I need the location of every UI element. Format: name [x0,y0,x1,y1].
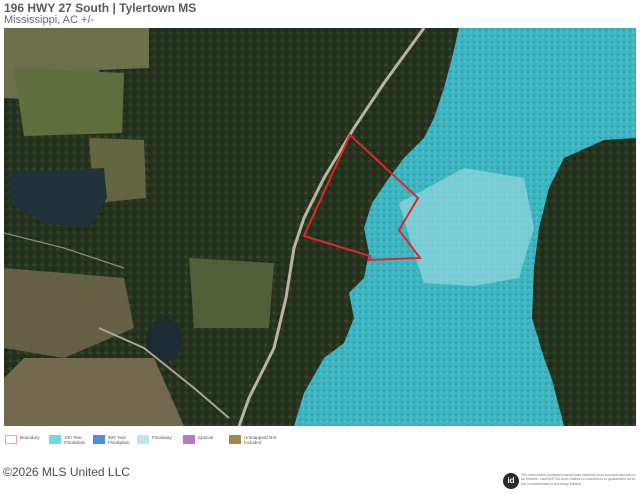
legend-swatch-special [183,435,195,444]
map-legend: Boundary 100 Year Floodplain 500 Year Fl… [0,428,640,450]
legend-swatch-boundary [5,435,17,444]
property-subtitle: Mississippi, AC +/- [4,14,95,26]
pond-south [146,318,182,362]
property-title: 196 HWY 27 South | Tylertown MS [4,1,197,15]
land-id-logo: id [503,473,519,489]
legend-swatch-floodway [137,435,149,444]
aerial-map[interactable]: 0 500 1000 1500 2000ft [4,28,636,426]
field-center [189,258,274,328]
field-south [4,358,184,426]
legend-swatch-unmapped [229,435,241,444]
map-header: 196 HWY 27 South | Tylertown MS Mississi… [0,0,640,28]
field-west [14,68,124,136]
legend-swatch-100-year [49,435,61,444]
copyright-text: ©2026 MLS United LLC [3,465,130,479]
legend-label-unmapped: Unmapped/ Not Included [244,435,277,445]
legend-label-special: Special [198,435,214,440]
map-canvas [4,28,636,426]
disclaimer-text: The information contained herein was obt… [521,473,636,486]
legend-label-floodway: Floodway [152,435,172,440]
legend-swatch-500-year [93,435,105,444]
